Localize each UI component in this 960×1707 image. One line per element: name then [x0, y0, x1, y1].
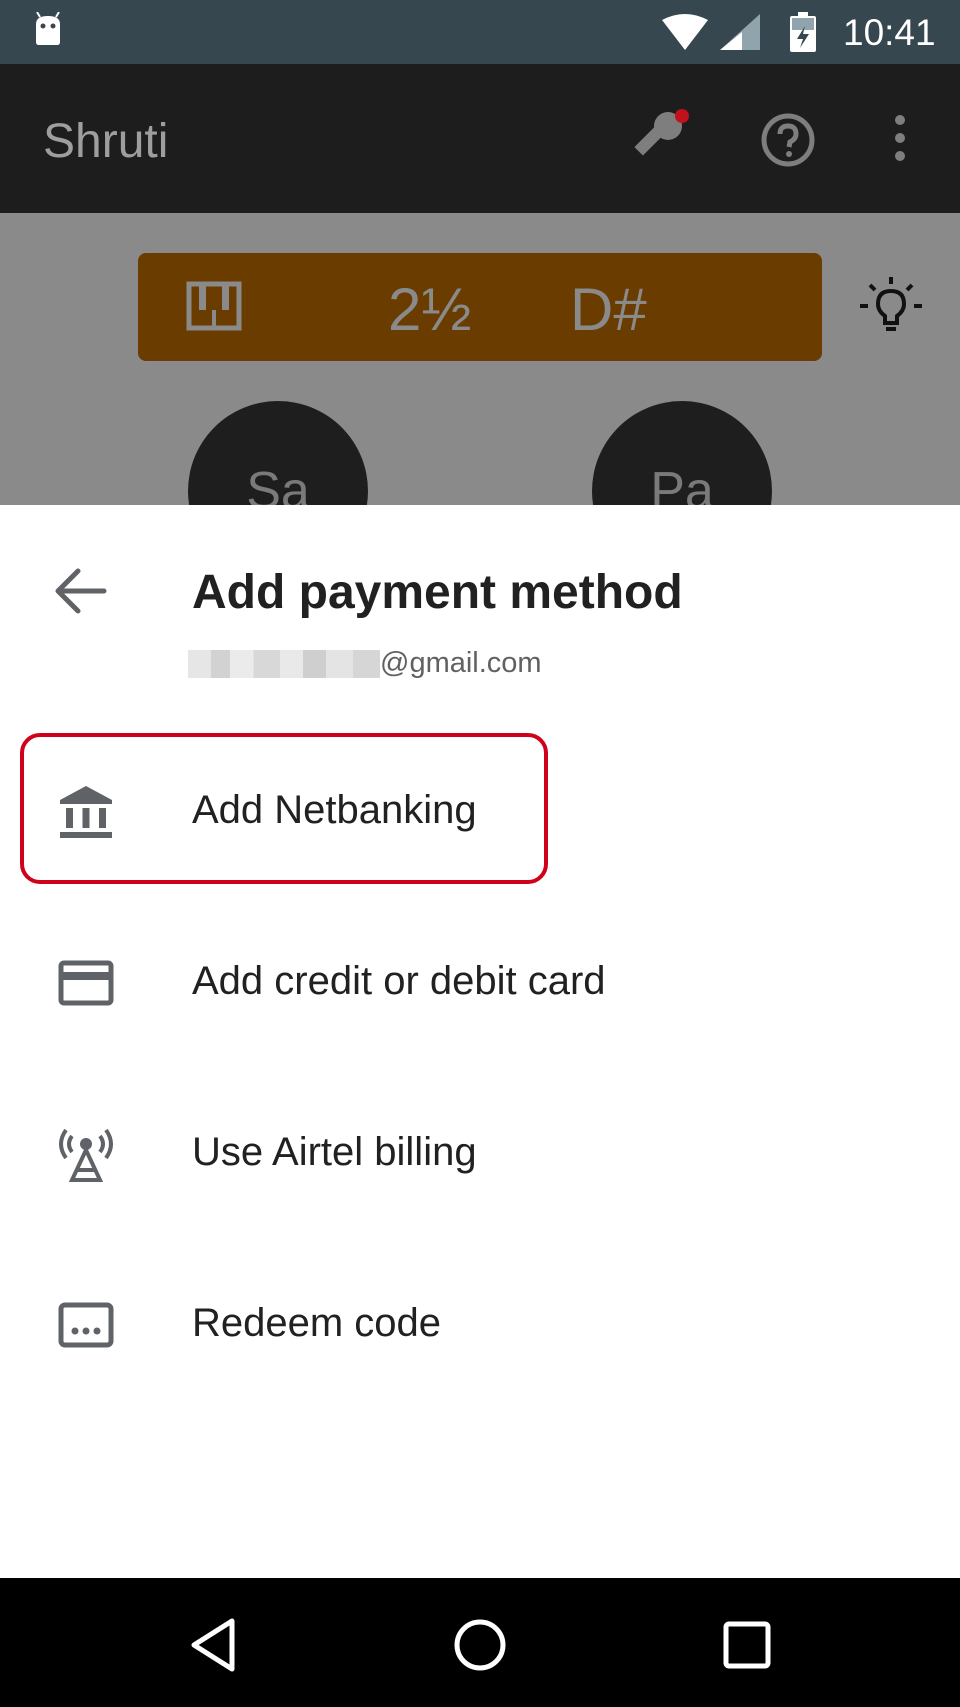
option-label: Add Netbanking [192, 788, 477, 832]
signal-icon [720, 14, 760, 55]
option-label: Add credit or debit card [192, 959, 606, 1003]
nav-back-icon[interactable] [178, 1610, 248, 1680]
note-pa-button[interactable]: Pa [592, 401, 772, 505]
account-email: @gmail.com [188, 647, 542, 687]
antenna-icon [56, 1124, 116, 1184]
piano-icon[interactable] [186, 281, 242, 336]
app-bar: Shruti [0, 64, 960, 213]
pitch-bar: 2½ D# [138, 253, 822, 361]
app-content: 2½ D# Sa Pa [0, 213, 960, 505]
redacted-email-username [188, 649, 380, 678]
battery-charging-icon [790, 12, 816, 57]
bank-icon [56, 782, 116, 842]
redeem-code-option[interactable]: Redeem code [0, 1255, 960, 1395]
redeem-code-icon [56, 1295, 116, 1355]
add-netbanking-option[interactable]: Add Netbanking [0, 742, 960, 882]
lightbulb-icon[interactable] [860, 277, 922, 344]
nav-home-icon[interactable] [445, 1610, 515, 1680]
note-sa-button[interactable]: Sa [188, 401, 368, 505]
airtel-billing-option[interactable]: Use Airtel billing [0, 1084, 960, 1224]
clock: 10:41 [843, 12, 936, 53]
status-bar: 10:41 [0, 0, 960, 64]
arrow-back-icon [55, 568, 107, 614]
nav-recents-icon[interactable] [712, 1610, 782, 1680]
pitch-value: 2½ [388, 276, 472, 343]
help-icon[interactable] [760, 112, 816, 173]
add-card-option[interactable]: Add credit or debit card [0, 913, 960, 1053]
back-button[interactable] [40, 551, 120, 631]
android-notification-icon [32, 11, 64, 53]
navigation-bar [0, 1578, 960, 1707]
payment-method-sheet: Add payment method @gmail.com Add Netban… [0, 505, 960, 1578]
wifi-icon [662, 14, 708, 55]
key-icon[interactable] [630, 104, 690, 173]
app-title: Shruti [43, 115, 169, 168]
more-options-icon[interactable] [890, 112, 910, 169]
option-label: Redeem code [192, 1301, 442, 1345]
pitch-note: D# [570, 276, 647, 343]
account-email-domain: @gmail.com [380, 647, 542, 679]
option-label: Use Airtel billing [192, 1130, 477, 1174]
credit-card-icon [56, 953, 116, 1013]
sheet-title: Add payment method [192, 566, 683, 619]
